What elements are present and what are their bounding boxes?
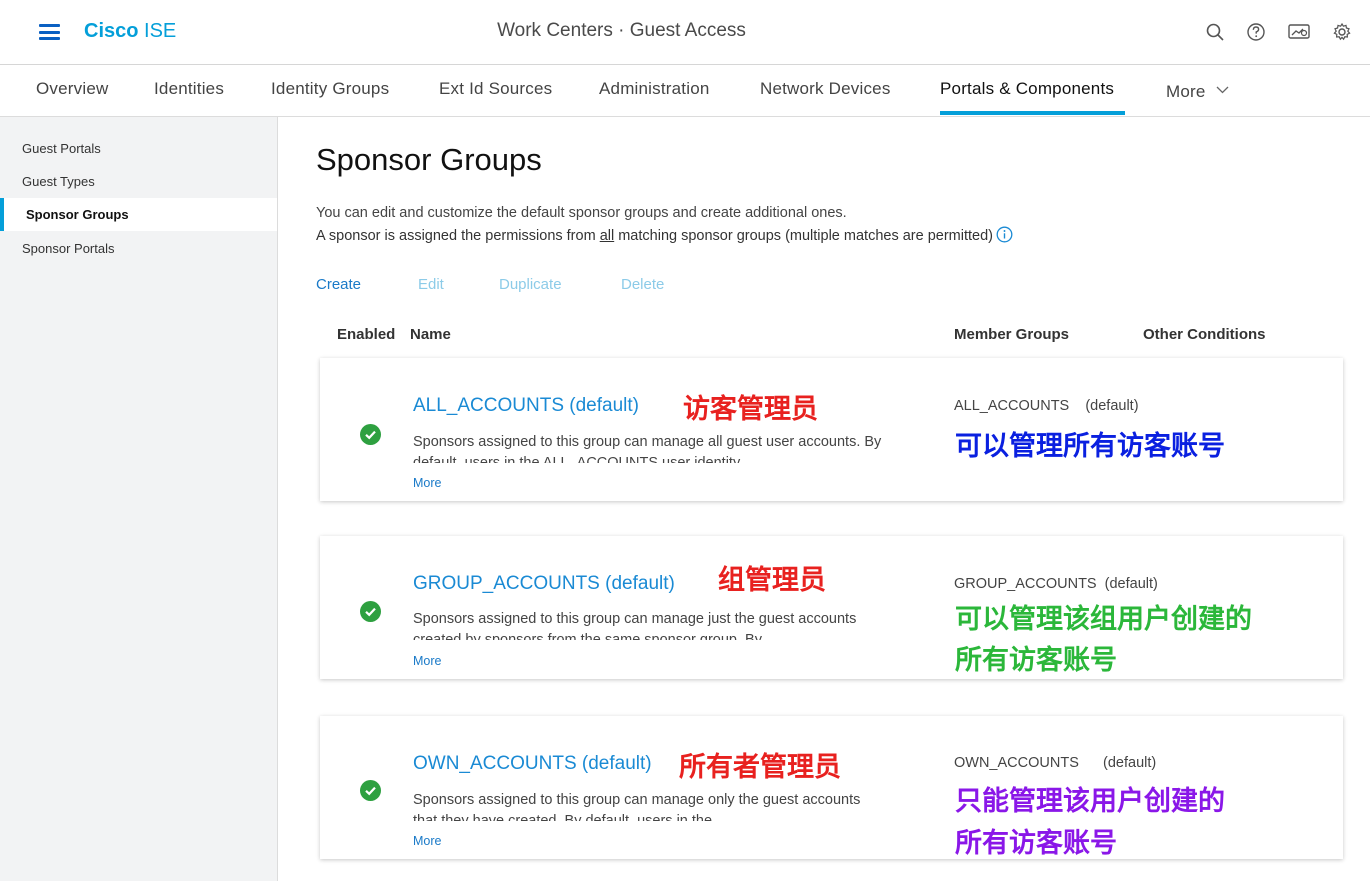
help-icon[interactable] (1245, 21, 1267, 43)
info-icon[interactable] (996, 226, 1013, 243)
sidebar-item-sponsor-groups[interactable]: Sponsor Groups (0, 198, 277, 231)
tab-more-label: More (1166, 82, 1206, 101)
annotation-label: 组管理员 (718, 565, 826, 596)
create-button[interactable]: Create (316, 276, 361, 293)
annotation-note: 可以管理该组用户创建的 (955, 604, 1252, 635)
sidebar-item-guest-types[interactable]: Guest Types (0, 165, 277, 198)
group-description: Sponsors assigned to this group can mana… (413, 792, 861, 821)
duplicate-button[interactable]: Duplicate (499, 276, 562, 293)
tab-ext-id-sources[interactable]: Ext Id Sources (439, 79, 552, 99)
column-header-member-groups[interactable]: Member Groups (954, 326, 1069, 343)
edit-button[interactable]: Edit (418, 276, 444, 293)
member-group-value: OWN_ACCOUNTS (default) (954, 755, 1157, 771)
main-tabs: Overview Identities Identity Groups Ext … (0, 66, 1370, 117)
page-description-permissions: A sponsor is assigned the permissions fr… (316, 226, 1013, 244)
tab-more[interactable]: More (1166, 79, 1229, 102)
page-title: Sponsor Groups (316, 142, 542, 177)
sidebar-item-sponsor-portals[interactable]: Sponsor Portals (0, 232, 277, 265)
group-name-link[interactable]: OWN_ACCOUNTS (default) (413, 753, 652, 775)
annotation-note: 所有访客账号 (955, 828, 1117, 859)
more-link[interactable]: More (413, 834, 441, 848)
more-link[interactable]: More (413, 476, 441, 490)
annotation-note: 所有访客账号 (955, 645, 1117, 676)
enabled-check-icon (360, 780, 381, 801)
tab-overview[interactable]: Overview (36, 79, 108, 99)
enabled-check-icon (360, 424, 381, 445)
column-header-name[interactable]: Name (410, 326, 451, 343)
gear-icon[interactable] (1331, 21, 1353, 43)
member-group-value: GROUP_ACCOUNTS (default) (954, 576, 1158, 592)
page-description: You can edit and customize the default s… (316, 205, 847, 221)
top-header: Cisco ISE Work Centers · Guest Access (0, 0, 1370, 65)
more-link[interactable]: More (413, 654, 441, 668)
group-description: Sponsors assigned to this group can mana… (413, 434, 882, 463)
group-name-link[interactable]: GROUP_ACCOUNTS (default) (413, 573, 675, 595)
annotation-label: 所有者管理员 (679, 752, 841, 783)
group-name-link[interactable]: ALL_ACCOUNTS (default) (413, 395, 639, 417)
tab-network-devices[interactable]: Network Devices (760, 79, 891, 99)
annotation-label: 访客管理员 (683, 394, 818, 425)
active-tab-indicator (940, 111, 1125, 115)
sidebar-item-guest-portals[interactable]: Guest Portals (0, 132, 277, 165)
column-header-enabled[interactable]: Enabled (337, 326, 395, 343)
delete-button[interactable]: Delete (621, 276, 664, 293)
tab-identity-groups[interactable]: Identity Groups (271, 79, 389, 99)
annotation-note: 可以管理所有访客账号 (955, 431, 1225, 462)
dashboard-icon[interactable] (1287, 21, 1310, 43)
tab-identities[interactable]: Identities (154, 79, 224, 99)
sidebar: Guest Portals Guest Types Sponsor Groups… (0, 117, 278, 881)
search-icon[interactable] (1204, 21, 1226, 43)
annotation-note: 只能管理该用户创建的 (955, 786, 1225, 817)
member-group-value: ALL_ACCOUNTS (default) (954, 398, 1139, 414)
chevron-down-icon (1216, 79, 1229, 99)
enabled-check-icon (360, 601, 381, 622)
group-description: Sponsors assigned to this group can mana… (413, 611, 857, 640)
page-context-title: Work Centers · Guest Access (497, 20, 746, 41)
column-header-other-conditions[interactable]: Other Conditions (1143, 326, 1266, 343)
tab-portals-components[interactable]: Portals & Components (940, 79, 1114, 99)
tab-administration[interactable]: Administration (599, 79, 710, 99)
